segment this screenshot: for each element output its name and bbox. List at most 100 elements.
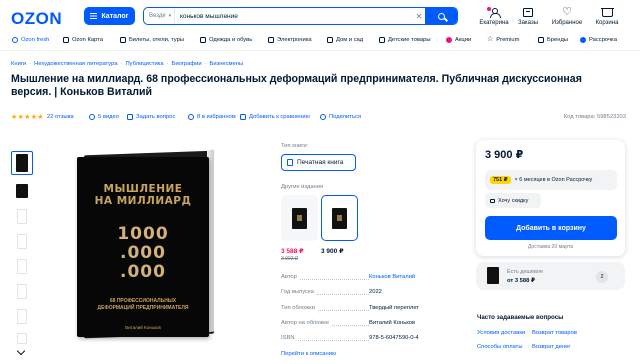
ask-question-link[interactable]: Задать вопрос xyxy=(127,114,175,120)
breadcrumb-link[interactable]: Бизнесмены xyxy=(210,61,244,67)
nav-home-garden[interactable]: Дом и сад xyxy=(327,33,363,46)
cart-icon xyxy=(600,8,614,17)
nav-tickets[interactable]: Билеты, отели, туры xyxy=(120,33,184,46)
nav-brands[interactable]: Бренды xyxy=(538,33,568,46)
book-cover-number-line: .000 xyxy=(120,243,166,263)
ticket-icon xyxy=(120,36,126,43)
spec-row: Тип обложки Твердый переплет xyxy=(281,305,446,311)
thumbnail[interactable] xyxy=(11,304,33,328)
thumbnail-image xyxy=(16,154,28,172)
thumbnail[interactable] xyxy=(11,179,33,203)
header-orders[interactable]: Заказы xyxy=(508,7,548,26)
thumbnail-image xyxy=(17,208,27,224)
share-label: Поделиться xyxy=(329,114,362,120)
nav-installment[interactable]: Рассрочка xyxy=(580,33,617,46)
product-title: Мышление на миллиард. 68 профессиональны… xyxy=(11,73,582,98)
faq-title: Часто задаваемые вопросы xyxy=(477,314,564,321)
breadcrumb-link[interactable]: Публицистика xyxy=(126,61,164,67)
notification-dot xyxy=(487,7,491,11)
book-cover-number: 1000 .000 .000 xyxy=(117,225,168,282)
nav-label: Дом и сад xyxy=(336,36,364,43)
search-scope-label: Везде xyxy=(149,13,166,19)
search-input[interactable]: коньков мышление xyxy=(175,13,413,20)
nav-label: Билеты, отели, туры xyxy=(129,36,185,43)
spec-key: ISBN xyxy=(281,335,295,341)
thumbnail[interactable] xyxy=(11,279,33,303)
nav-label: Бренды xyxy=(547,36,569,43)
edition-old-price: 3 992 ₽ xyxy=(281,256,299,262)
brand-icon xyxy=(538,36,544,43)
nav-sales[interactable]: Акции xyxy=(446,33,471,46)
spec-key: Автор xyxy=(281,274,297,280)
edition-card-selected[interactable] xyxy=(321,195,358,241)
compare-link[interactable]: Добавить к сравнению xyxy=(240,114,310,120)
header-favorites[interactable]: ♡ Избранное xyxy=(547,7,587,27)
nav-label: Premium xyxy=(496,36,520,43)
thumbnail[interactable] xyxy=(11,229,33,253)
header-divider xyxy=(0,50,640,51)
spec-value-link[interactable]: Коньков Виталий xyxy=(369,274,446,280)
category-nav: Ozon fresh Ozon Карта Билеты, отели, тур… xyxy=(0,33,640,46)
product-image[interactable]: МЫШЛЕНИЕ НА МИЛЛИАРД 1000 .000 .000 68 П… xyxy=(77,157,209,337)
search-scope-select[interactable]: Везде ▾ xyxy=(144,8,175,24)
home-icon xyxy=(327,36,333,43)
catalog-button[interactable]: Каталог xyxy=(84,7,135,25)
breadcrumb-link[interactable]: Книги xyxy=(11,61,26,67)
hanger-icon xyxy=(200,36,206,43)
spec-row: Автор Коньков Виталий xyxy=(281,274,446,280)
share-link[interactable]: Поделиться xyxy=(320,114,361,120)
nav-ozon-fresh[interactable]: Ozon fresh xyxy=(12,33,49,46)
faq-link[interactable]: Возврат денег xyxy=(532,344,571,350)
go-to-description-link[interactable]: Перейти к описанию xyxy=(281,351,336,357)
delivery-date: Доставка 20 марта xyxy=(527,244,574,250)
header-cart[interactable]: Корзина xyxy=(587,7,627,26)
rating[interactable]: ★★★★★ 22 отзыва xyxy=(11,113,74,121)
add-to-cart-button[interactable]: Добавить в корзину xyxy=(485,216,617,240)
nav-label: Ozon fresh xyxy=(21,36,50,43)
nav-ozon-card[interactable]: Ozon Карта xyxy=(63,33,103,46)
favorites-link[interactable]: 8 в избранном xyxy=(188,114,236,120)
heart-icon xyxy=(188,114,194,120)
book-type-option[interactable]: Печатная книга xyxy=(281,154,356,171)
thumbnail[interactable] xyxy=(11,254,33,278)
nav-label: Ozon Карта xyxy=(72,36,103,43)
other-editions-label: Другие издания xyxy=(281,184,324,190)
faq-link[interactable]: Способы оплаты xyxy=(477,344,523,350)
compare-label: Добавить к сравнению xyxy=(249,114,311,120)
ozon-logo[interactable]: OZON xyxy=(11,9,62,29)
thumbnail[interactable] xyxy=(11,326,33,350)
nav-electronics[interactable]: Электроника xyxy=(268,33,312,46)
ask-label: Задать вопрос xyxy=(136,114,176,120)
faq-link[interactable]: Возврат товаров xyxy=(532,330,577,336)
installment-offer[interactable]: 751 ₽ × 6 месяцев в Ozon Рассрочку xyxy=(485,170,617,190)
book-icon xyxy=(287,159,293,166)
breadcrumb-link[interactable]: Нехудожественная литература xyxy=(34,61,117,67)
videos-link[interactable]: 5 видео xyxy=(89,114,119,120)
videos-label: 5 видео xyxy=(98,114,119,120)
nav-premium[interactable]: ☆ Premium xyxy=(487,33,519,46)
header-cart-label: Корзина xyxy=(595,20,619,26)
faq-link[interactable]: Условия доставки xyxy=(477,330,525,336)
nav-clothing[interactable]: Одежда и обувь xyxy=(200,33,252,46)
want-discount-button[interactable]: Хочу скидку xyxy=(485,193,541,208)
edition-card[interactable] xyxy=(281,195,318,241)
video-icon xyxy=(89,114,95,120)
nav-kids[interactable]: Детские товары xyxy=(379,33,431,46)
book-cover-title: МЫШЛЕНИЕ НА МИЛЛИАРД xyxy=(95,183,192,207)
rating-stars: ★★★★★ xyxy=(11,114,44,121)
spec-value: Твердый переплет xyxy=(369,305,420,311)
nav-label: Акции xyxy=(455,36,472,43)
clear-icon[interactable]: ✕ xyxy=(413,12,425,21)
thumbnail-image xyxy=(17,308,27,324)
book-type-value: Печатная книга xyxy=(297,159,344,166)
search-icon xyxy=(437,12,445,20)
thumbnail[interactable] xyxy=(11,151,33,175)
spec-value: 978-5-6047590-0-4 xyxy=(369,335,419,341)
breadcrumb-link[interactable]: Биографии xyxy=(172,61,202,67)
cheaper-offers-count: 2 xyxy=(596,271,608,283)
header-orders-label: Заказы xyxy=(517,20,539,26)
thumbnail[interactable] xyxy=(11,204,33,228)
cheaper-offers-price: от 3 588 ₽ xyxy=(507,278,535,284)
thumbnail-image xyxy=(16,184,28,198)
search-button[interactable] xyxy=(425,8,457,24)
